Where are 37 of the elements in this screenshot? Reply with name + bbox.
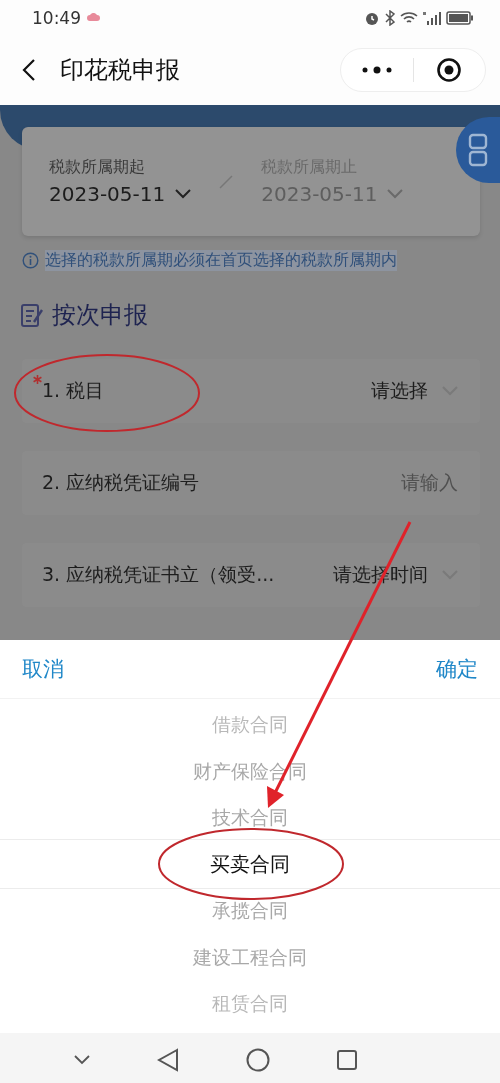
clock-time: 10:49 <box>32 7 81 28</box>
chevron-down-icon[interactable] <box>73 1054 90 1065</box>
field-label: 2. 应纳税凭证编号 <box>42 470 200 495</box>
slash-icon <box>219 174 234 189</box>
more-icon <box>360 66 393 74</box>
wifi-icon <box>400 10 418 25</box>
field-label: 1. 税目 <box>42 378 105 403</box>
recents-icon[interactable] <box>336 1049 357 1070</box>
cloud-icon <box>87 13 101 22</box>
home-icon[interactable] <box>245 1047 270 1072</box>
notice-text: 选择的税款所属期必须在首页选择的税款所属期内 <box>45 250 397 271</box>
picker-option[interactable]: 租赁合同 <box>0 981 500 1028</box>
date-select[interactable]: 2023-05-11 <box>49 182 192 206</box>
picker-option[interactable]: 借款合同 <box>0 702 500 749</box>
select-field[interactable]: 请选择 <box>371 378 458 404</box>
chevron-down-icon <box>175 189 192 199</box>
section-title: 按次申报 <box>52 300 148 331</box>
confirm-button[interactable]: 确定 <box>436 655 478 683</box>
date-label: 税款所属期起 <box>49 157 146 178</box>
target-icon <box>436 57 463 83</box>
edit-form-icon <box>20 302 44 328</box>
page-title: 印花税申报 <box>60 55 180 86</box>
picker-option[interactable]: 承揽合同 <box>0 888 500 935</box>
picker-option[interactable]: 建设工程合同 <box>0 934 500 981</box>
cancel-button[interactable]: 取消 <box>22 655 64 683</box>
field-label: 3. 应纳税凭证书立（领受... <box>42 562 275 587</box>
info-icon <box>22 252 39 269</box>
back-button[interactable] <box>22 58 36 82</box>
back-icon[interactable] <box>156 1047 179 1072</box>
chevron-down-icon <box>387 189 404 199</box>
picker-option[interactable]: 买卖合同 <box>0 841 500 888</box>
signal-icon <box>423 10 441 25</box>
bluetooth-icon <box>385 9 395 26</box>
picker-option[interactable]: 技术合同 <box>0 795 500 842</box>
input-field[interactable]: 请输入 <box>401 470 458 496</box>
battery-icon <box>446 10 474 25</box>
grid-icon <box>468 133 488 167</box>
